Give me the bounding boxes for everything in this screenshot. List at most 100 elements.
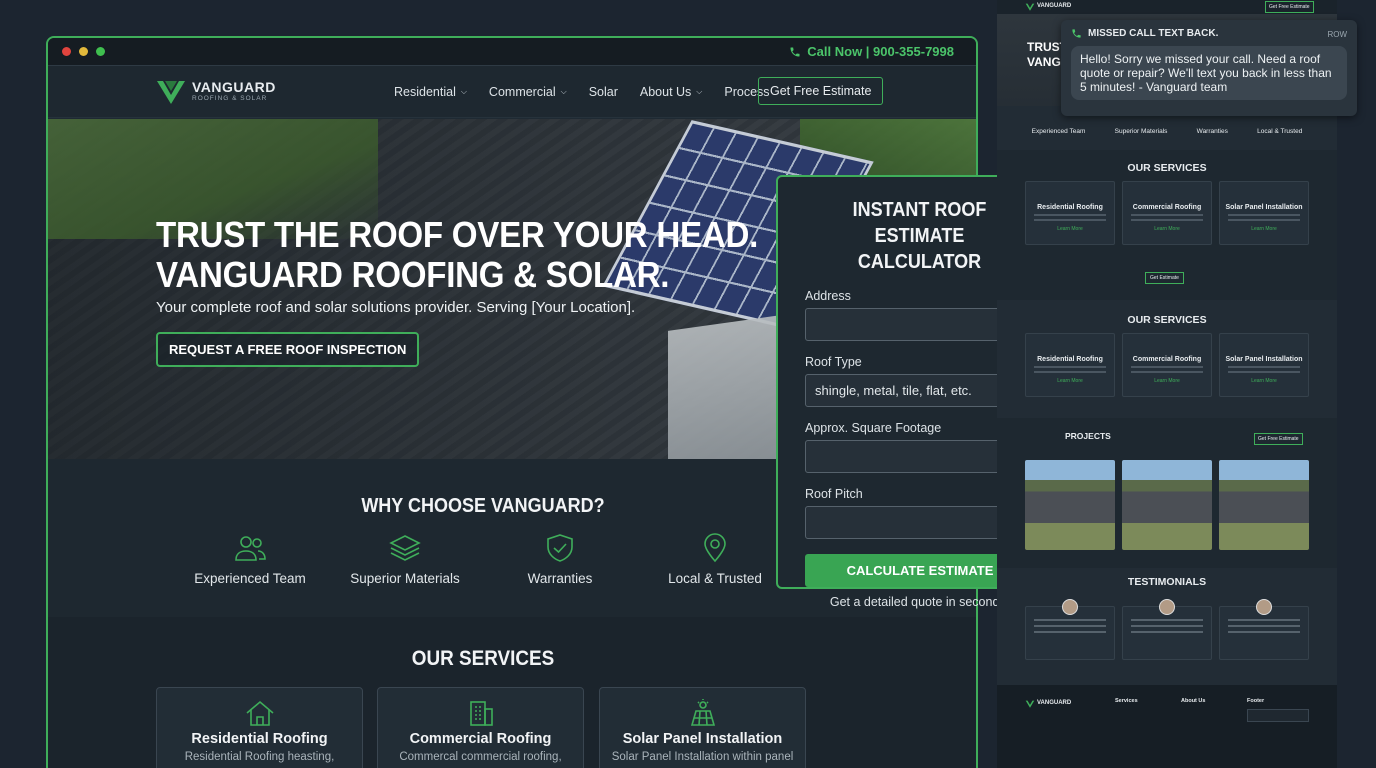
preview-project-image[interactable]: [1025, 460, 1115, 550]
call-now-text: Call Now | 900-355-7998: [807, 44, 954, 59]
nav-residential-label: Residential: [394, 85, 456, 99]
map-pin-icon: [704, 533, 726, 563]
service-title: Residential Roofing: [191, 731, 328, 747]
preview-navbar: VANGUARD Get Free Estimate: [997, 0, 1337, 14]
preview-service-card[interactable]: Residential Roofing Learn More: [1025, 181, 1115, 245]
window-titlebar: Call Now | 900-355-7998: [48, 38, 976, 66]
preview-hero-title-2: VANG: [1027, 55, 1061, 69]
preview-feature: Superior Materials: [1114, 128, 1168, 135]
solar-panel-icon: [690, 699, 715, 726]
service-description: Commercal commercial roofing,: [399, 751, 562, 763]
preview-footer-col: Footer: [1247, 698, 1265, 704]
feature-warranties: Warranties: [480, 533, 640, 586]
nav-residential[interactable]: Residential ⌵: [394, 85, 467, 99]
preview-services-title: OUR SERVICES: [1127, 162, 1207, 174]
close-window-button[interactable]: [62, 47, 71, 56]
preview-footer-col: Services: [1115, 698, 1138, 704]
preview-estimate-button[interactable]: Get Free Estimate: [1265, 1, 1314, 13]
preview-service-card[interactable]: Solar Panel Installation Learn More: [1219, 333, 1309, 397]
service-title: Commercial Roofing: [409, 731, 552, 747]
service-card-commercial[interactable]: Commercial Roofing Commercal commercial …: [377, 687, 584, 768]
nav-solar[interactable]: Solar: [589, 85, 618, 99]
preview-testimonials-title: TESTIMONIALS: [1127, 576, 1207, 588]
missed-call-notification[interactable]: MISSED CALL TEXT BACK. ROW Hello! Sorry …: [1061, 20, 1357, 116]
preview-projects: PROJECTS Get Free Estimate: [997, 418, 1337, 568]
site-navbar: VANGUARD ROOFING & SOLAR Residential ⌵ Co…: [48, 66, 976, 118]
notification-time: ROW: [1327, 30, 1347, 39]
calculator-title-line-1: INSTANT ROOF ESTIMATE: [852, 199, 987, 247]
nav-commercial[interactable]: Commercial ⌵: [489, 85, 567, 99]
preview-card-title: Solar Panel Installation: [1225, 356, 1303, 363]
preview-service-card[interactable]: Commercial Roofing Learn More: [1122, 333, 1212, 397]
calculator-title-line-2: CALCULATOR: [857, 251, 982, 273]
building-icon: [469, 701, 493, 726]
preview-get-estimate-button[interactable]: Get Estimate: [1145, 272, 1184, 284]
preview-learn-more[interactable]: Learn More: [1026, 226, 1114, 232]
preview-feature: Experienced Team: [1031, 128, 1086, 135]
preview-services-2: OUR SERVICES Residential Roofing Learn Mo…: [997, 300, 1337, 418]
house-icon: [245, 700, 274, 726]
preview-testimonial-card: [1122, 599, 1212, 660]
nav-about-label: About Us: [639, 85, 692, 99]
nav-solar-label: Solar: [588, 85, 618, 99]
preview-learn-more[interactable]: Learn More: [1026, 378, 1114, 384]
hero-headline: TRUST THE ROOF OVER YOUR HEAD. VANGUARD …: [156, 215, 758, 295]
why-choose-title: WHY CHOOSE VANGUARD?: [361, 495, 605, 517]
preview-footer-input[interactable]: [1247, 709, 1309, 722]
brand-name: VANGUARD: [192, 79, 276, 96]
service-description: Residential Roofing heasting,: [184, 751, 335, 763]
minimize-window-button[interactable]: [79, 47, 88, 56]
preview-learn-more[interactable]: Learn More: [1220, 226, 1308, 232]
preview-feature: Warranties: [1196, 128, 1228, 135]
preview-card-title: Commercial Roofing: [1132, 356, 1202, 363]
users-icon: [235, 536, 266, 561]
feature-local-trusted: Local & Trusted: [635, 533, 795, 586]
preview-card-title: Residential Roofing: [1037, 356, 1103, 363]
preview-learn-more[interactable]: Learn More: [1123, 226, 1211, 232]
chevron-down-icon: ⌵: [460, 87, 467, 96]
nav-links: Residential ⌵ Commercial ⌵ Solar About Us ⌵…: [394, 66, 770, 118]
preview-project-image[interactable]: [1122, 460, 1212, 550]
phone-icon: [1072, 29, 1081, 38]
preview-testimonials: TESTIMONIALS: [997, 568, 1337, 685]
preview-service-card[interactable]: Commercial Roofing Learn More: [1122, 181, 1212, 245]
feature-label: Experienced Team: [194, 571, 306, 586]
feature-superior-materials: Superior Materials: [325, 533, 485, 586]
preview-projects-title: PROJECTS: [1065, 431, 1111, 441]
call-now-link[interactable]: Call Now | 900-355-7998: [789, 44, 954, 59]
service-title: Solar Panel Installation: [622, 731, 783, 747]
vanguard-logo-icon: [157, 80, 185, 104]
roof-type-value: shingle, metal, tile, flat, etc.: [815, 383, 972, 398]
nav-about-us[interactable]: About Us ⌵: [640, 85, 703, 99]
avatar: [1256, 599, 1272, 615]
nav-commercial-label: Commercial: [488, 85, 556, 99]
preview-footer: VANGUARD Services About Us Footer: [997, 685, 1337, 768]
preview-projects-cta[interactable]: Get Free Estimate: [1254, 433, 1303, 445]
preview-project-image[interactable]: [1219, 460, 1309, 550]
vanguard-logo-icon: [1025, 700, 1035, 708]
preview-footer-brand: VANGUARD: [1037, 700, 1072, 706]
preview-card-title: Solar Panel Installation: [1225, 204, 1303, 211]
service-card-residential[interactable]: Residential Roofing Residential Roofing …: [156, 687, 363, 768]
maximize-window-button[interactable]: [96, 47, 105, 56]
preview-services-1: OUR SERVICES Residential Roofing Learn Mo…: [997, 150, 1337, 300]
service-description: Solar Panel Installation within panel: [611, 751, 794, 763]
brand-tagline: ROOFING & SOLAR: [192, 95, 268, 103]
preview-testimonial-card: [1219, 599, 1309, 660]
preview-footer-col: About Us: [1181, 698, 1206, 704]
get-free-estimate-button[interactable]: Get Free Estimate: [758, 77, 884, 105]
preview-learn-more[interactable]: Learn More: [1220, 378, 1308, 384]
avatar: [1062, 599, 1078, 615]
preview-feature: Local & Trusted: [1257, 128, 1303, 135]
preview-services-title: OUR SERVICES: [1127, 314, 1207, 326]
feature-label: Superior Materials: [350, 571, 460, 586]
request-inspection-button[interactable]: REQUEST A FREE ROOF INSPECTION: [156, 332, 420, 367]
brand-logo[interactable]: VANGUARD ROOFING & SOLAR: [156, 79, 276, 105]
preview-learn-more[interactable]: Learn More: [1123, 378, 1211, 384]
service-card-solar[interactable]: Solar Panel Installation Solar Panel Ins…: [599, 687, 806, 768]
preview-testimonial-card: [1025, 599, 1115, 660]
preview-service-card[interactable]: Solar Panel Installation Learn More: [1219, 181, 1309, 245]
feature-label: Local & Trusted: [668, 571, 762, 586]
chevron-down-icon: ⌵: [696, 87, 703, 96]
preview-service-card[interactable]: Residential Roofing Learn More: [1025, 333, 1115, 397]
